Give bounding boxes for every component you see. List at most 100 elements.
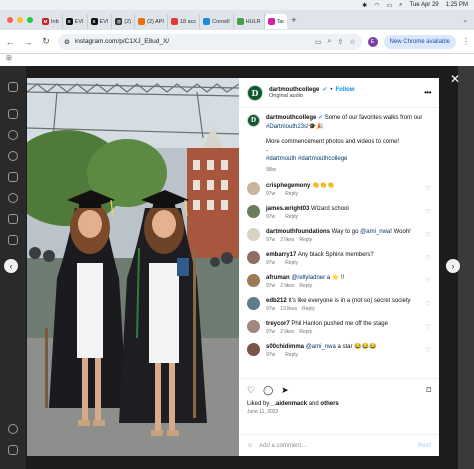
address-bar[interactable]: ⚙ instagram.com/p/C1XJ_E8ud_X/ ▭ ⌕ ⇪ ☆	[58, 33, 362, 50]
comment-reply-button[interactable]: Reply	[302, 306, 315, 312]
comment-like-heart-icon[interactable]: ♡	[425, 208, 431, 216]
author-avatar[interactable]: D	[247, 84, 263, 101]
site-info-icon[interactable]: ⚙	[64, 38, 70, 46]
commenter-avatar[interactable]	[247, 228, 260, 241]
commenter-avatar[interactable]	[247, 320, 260, 333]
commenter-username[interactable]: dartmouthfoundations	[266, 229, 330, 235]
browser-tab[interactable]: X EVI	[63, 14, 88, 29]
reload-button[interactable]: ↻	[40, 36, 52, 47]
commenter-avatar[interactable]	[247, 251, 260, 264]
add-comment-input[interactable]: Add a comment…	[259, 443, 307, 449]
share-send-icon[interactable]: ➤	[281, 385, 289, 396]
comment-like-heart-icon[interactable]: ♡	[425, 185, 431, 193]
audio-label[interactable]: Original audio	[269, 93, 354, 99]
new-chrome-button[interactable]: New Chrome available	[383, 34, 456, 49]
commenter-avatar[interactable]	[247, 297, 260, 310]
new-tab-button[interactable]: +	[287, 15, 300, 25]
caption-username[interactable]: dartmouthcollege	[266, 115, 316, 121]
maximize-window-button[interactable]	[27, 17, 33, 23]
tab-search-icon[interactable]: ⌄	[462, 16, 468, 24]
emoji-icon[interactable]: ☺	[247, 443, 253, 449]
comment-likes[interactable]: 2 likes	[280, 283, 294, 289]
create-icon[interactable]	[8, 235, 18, 245]
commenter-username[interactable]: treycor7	[266, 321, 290, 327]
browser-tab[interactable]: Cornell	[200, 14, 234, 29]
post-photo[interactable]	[27, 78, 239, 456]
close-window-button[interactable]	[7, 17, 13, 23]
url-text[interactable]: instagram.com/p/C1XJ_E8ud_X/	[75, 38, 169, 45]
wifi-icon[interactable]: ◠	[374, 2, 379, 9]
explore-icon[interactable]	[8, 151, 18, 161]
caption-avatar[interactable]: D	[247, 114, 260, 127]
browser-tab[interactable]: Tar	[264, 14, 288, 29]
chrome-menu-icon[interactable]: ⋮	[462, 37, 470, 46]
comment-reply-button[interactable]: Reply	[299, 283, 312, 289]
back-button[interactable]: ←	[4, 37, 16, 47]
commenter-username[interactable]: edb212	[266, 298, 287, 304]
browser-tab[interactable]: @ (2)	[112, 14, 136, 29]
liked-by-others[interactable]: others	[320, 401, 338, 407]
bookmark-star-icon[interactable]: ☆	[349, 38, 355, 46]
comment-likes[interactable]: 13 likes	[280, 306, 297, 312]
post-comment-button[interactable]: Post	[418, 443, 431, 449]
commenter-username[interactable]: crisphegemony	[266, 183, 310, 189]
profile-avatar[interactable]: E	[367, 36, 378, 47]
search-icon[interactable]: ⌕	[399, 2, 402, 9]
comment-reply-button[interactable]: Reply	[285, 191, 298, 197]
bluetooth-icon[interactable]: ✱	[362, 2, 367, 9]
comment-reply-button[interactable]: Reply	[299, 329, 312, 335]
follow-button[interactable]: Follow	[335, 87, 354, 93]
commenter-username[interactable]: s00chidimma	[266, 344, 304, 350]
instagram-logo-icon[interactable]	[8, 82, 18, 92]
notifications-heart-icon[interactable]	[8, 214, 18, 224]
apps-grid-icon[interactable]: ⊞	[6, 55, 12, 62]
more-options-icon[interactable]: •••	[424, 88, 431, 97]
caption-hashtags[interactable]: #dartmouth #dartmouthcollege	[266, 155, 431, 164]
comment-like-heart-icon[interactable]: ♡	[425, 231, 431, 239]
comment-like-heart-icon[interactable]: ♡	[425, 300, 431, 308]
browser-tab[interactable]: M Inb	[39, 14, 63, 29]
commenter-avatar[interactable]	[247, 205, 260, 218]
comment-likes[interactable]: 2 likes	[280, 237, 294, 243]
commenter-avatar[interactable]	[247, 274, 260, 287]
browser-tab[interactable]: 18 acc	[168, 14, 201, 29]
comment-like-heart-icon[interactable]: ♡	[425, 323, 431, 331]
reels-icon[interactable]	[8, 172, 18, 182]
comment-reply-button[interactable]: Reply	[285, 260, 298, 266]
comments-list[interactable]: D dartmouthcollege ✔ Some of our favorit…	[239, 108, 439, 378]
next-post-arrow[interactable]: ›	[446, 259, 460, 273]
browser-tab[interactable]: HULR	[234, 14, 265, 29]
browser-tab[interactable]: X EVI	[88, 14, 113, 29]
cast-icon[interactable]: ▭	[315, 38, 322, 46]
comment-icon[interactable]: ◯	[263, 385, 273, 396]
share-icon[interactable]: ⇪	[337, 38, 343, 46]
comment-like-heart-icon[interactable]: ♡	[425, 254, 431, 262]
comment-reply-button[interactable]: Reply	[299, 237, 312, 243]
like-heart-icon[interactable]: ♡	[247, 385, 255, 396]
search-nav-icon[interactable]	[8, 130, 18, 140]
forward-button[interactable]: →	[22, 37, 34, 47]
comment-likes[interactable]: 2 likes	[280, 329, 294, 335]
home-icon[interactable]	[8, 109, 18, 119]
zoom-icon[interactable]: ⌕	[328, 38, 332, 46]
comment-reply-button[interactable]: Reply	[285, 214, 298, 220]
minimize-window-button[interactable]	[17, 17, 23, 23]
battery-icon[interactable]: ▭	[386, 2, 392, 9]
commenter-username[interactable]: embarry17	[266, 252, 296, 258]
comment-like-heart-icon[interactable]: ♡	[425, 277, 431, 285]
threads-icon[interactable]	[8, 424, 18, 434]
comment-like-heart-icon[interactable]: ♡	[425, 346, 431, 354]
comment-reply-button[interactable]: Reply	[285, 352, 298, 358]
commenter-avatar[interactable]	[247, 343, 260, 356]
previous-post-arrow[interactable]: ‹	[4, 259, 18, 273]
commenter-username[interactable]: afruman	[266, 275, 290, 281]
close-modal-icon[interactable]: ✕	[450, 73, 460, 85]
caption-hashtag[interactable]: #Dartmouth23s!🎓🎉	[266, 124, 324, 130]
commenter-avatar[interactable]	[247, 182, 260, 195]
browser-tab[interactable]: (2) API	[135, 14, 168, 29]
commenter-username[interactable]: james.wright03	[266, 206, 309, 212]
author-username[interactable]: dartmouthcollege	[269, 87, 319, 93]
more-menu-icon[interactable]	[8, 445, 18, 455]
liked-by-user[interactable]: _.aidenmack	[271, 401, 307, 407]
save-bookmark-icon[interactable]: ⌑	[426, 385, 431, 396]
